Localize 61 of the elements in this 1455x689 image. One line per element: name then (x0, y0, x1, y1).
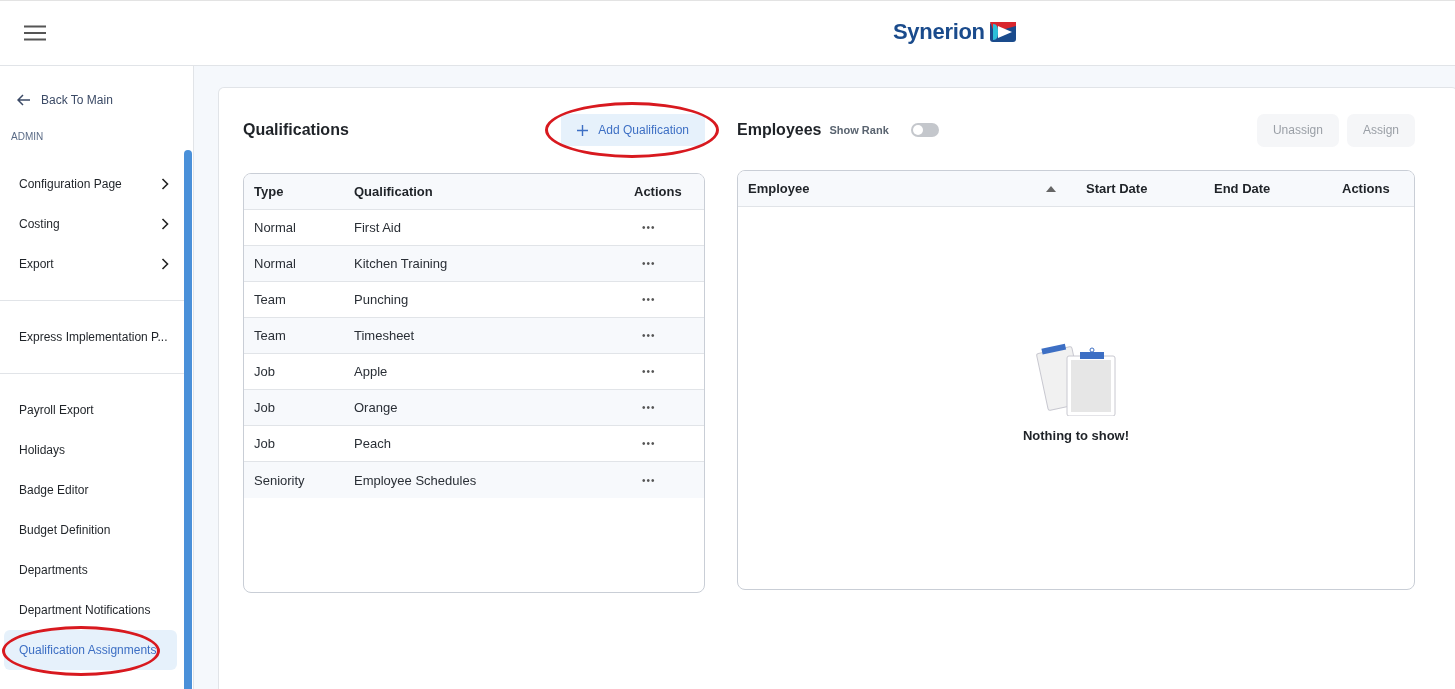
panel-title: Employees (737, 121, 822, 139)
column-header: Start Date (1086, 181, 1149, 196)
row-actions-button[interactable]: ••• (642, 474, 656, 486)
column-header: Actions (1342, 181, 1391, 196)
sidebar-item[interactable]: Configuration Page (4, 164, 177, 204)
table-cell-text: Normal (254, 220, 297, 235)
row-actions-button[interactable]: ••• (642, 366, 656, 377)
add-qualification-button[interactable]: Add Qualification (561, 114, 705, 146)
menu-icon[interactable] (24, 23, 48, 43)
row-actions-button[interactable]: ••• (642, 330, 656, 341)
row-actions-button[interactable]: ••• (642, 438, 656, 449)
chevron-right-icon (161, 178, 169, 190)
sidebar-item[interactable]: Payroll Export (4, 390, 177, 430)
table-cell-text: Orange (354, 400, 399, 415)
table-cell-text: Job (254, 364, 276, 379)
column-header: Qualification (354, 184, 434, 199)
panel-title: Qualifications (243, 121, 349, 139)
sidebar-item[interactable]: Costing (4, 204, 177, 244)
table-cell-text: Normal (254, 256, 297, 271)
row-actions-button[interactable]: ••• (642, 402, 656, 413)
logo-text: Synerion (893, 19, 985, 45)
table-cell-text: Seniority (254, 472, 306, 488)
table-cell-text: Kitchen Training (354, 256, 449, 271)
sidebar-item[interactable]: Qualification Assignments (4, 630, 177, 670)
section-heading: ADMIN (11, 131, 45, 142)
table-cell-text: Punching (354, 292, 410, 307)
column-header: End Date (1214, 181, 1272, 196)
sidebar-item[interactable]: Express Implementation P... (4, 317, 177, 357)
chevron-right-icon (161, 218, 169, 230)
sidebar-item[interactable]: Badge Editor (4, 470, 177, 510)
show-rank-toggle[interactable] (910, 123, 939, 137)
table-cell-text: Peach (354, 436, 392, 451)
chevron-right-icon (161, 258, 169, 270)
sidebar-item[interactable]: Departments (4, 550, 177, 590)
sidebar-item[interactable]: Export (4, 244, 177, 284)
sidebar-item[interactable]: Budget Definition (4, 510, 177, 550)
back-link[interactable]: Back To Main (17, 89, 193, 111)
row-actions-button[interactable]: ••• (642, 258, 656, 269)
logo-icon (989, 22, 1016, 42)
table-cell-text: Job (254, 436, 276, 451)
table-cell-text: Job (254, 400, 276, 415)
empty-message: Nothing to show! (1022, 427, 1130, 443)
toggle-label: Show Rank (829, 124, 889, 136)
plus-icon (577, 124, 589, 136)
back-label: Back To Main (41, 93, 113, 107)
table-cell-text: Apple (354, 364, 389, 379)
row-actions-button[interactable]: ••• (642, 222, 656, 233)
column-header: Type (254, 184, 285, 199)
sidebar-item[interactable]: Holidays (4, 430, 177, 470)
table-cell-text: Employee Schedules (354, 472, 478, 488)
sidebar-item[interactable]: Department Notifications (4, 590, 177, 630)
table-cell-text: First Aid (354, 220, 402, 235)
table-cell-text: Timesheet (354, 328, 416, 343)
back-arrow-icon (17, 94, 31, 106)
table-cell-text: Team (254, 328, 287, 343)
sort-up-icon[interactable] (1046, 185, 1056, 192)
column-header[interactable]: Employee (748, 181, 810, 196)
row-actions-button[interactable]: ••• (642, 294, 656, 305)
scrollbar[interactable] (184, 150, 192, 689)
table-cell-text: Team (254, 292, 287, 307)
column-header: Actions (634, 184, 683, 199)
